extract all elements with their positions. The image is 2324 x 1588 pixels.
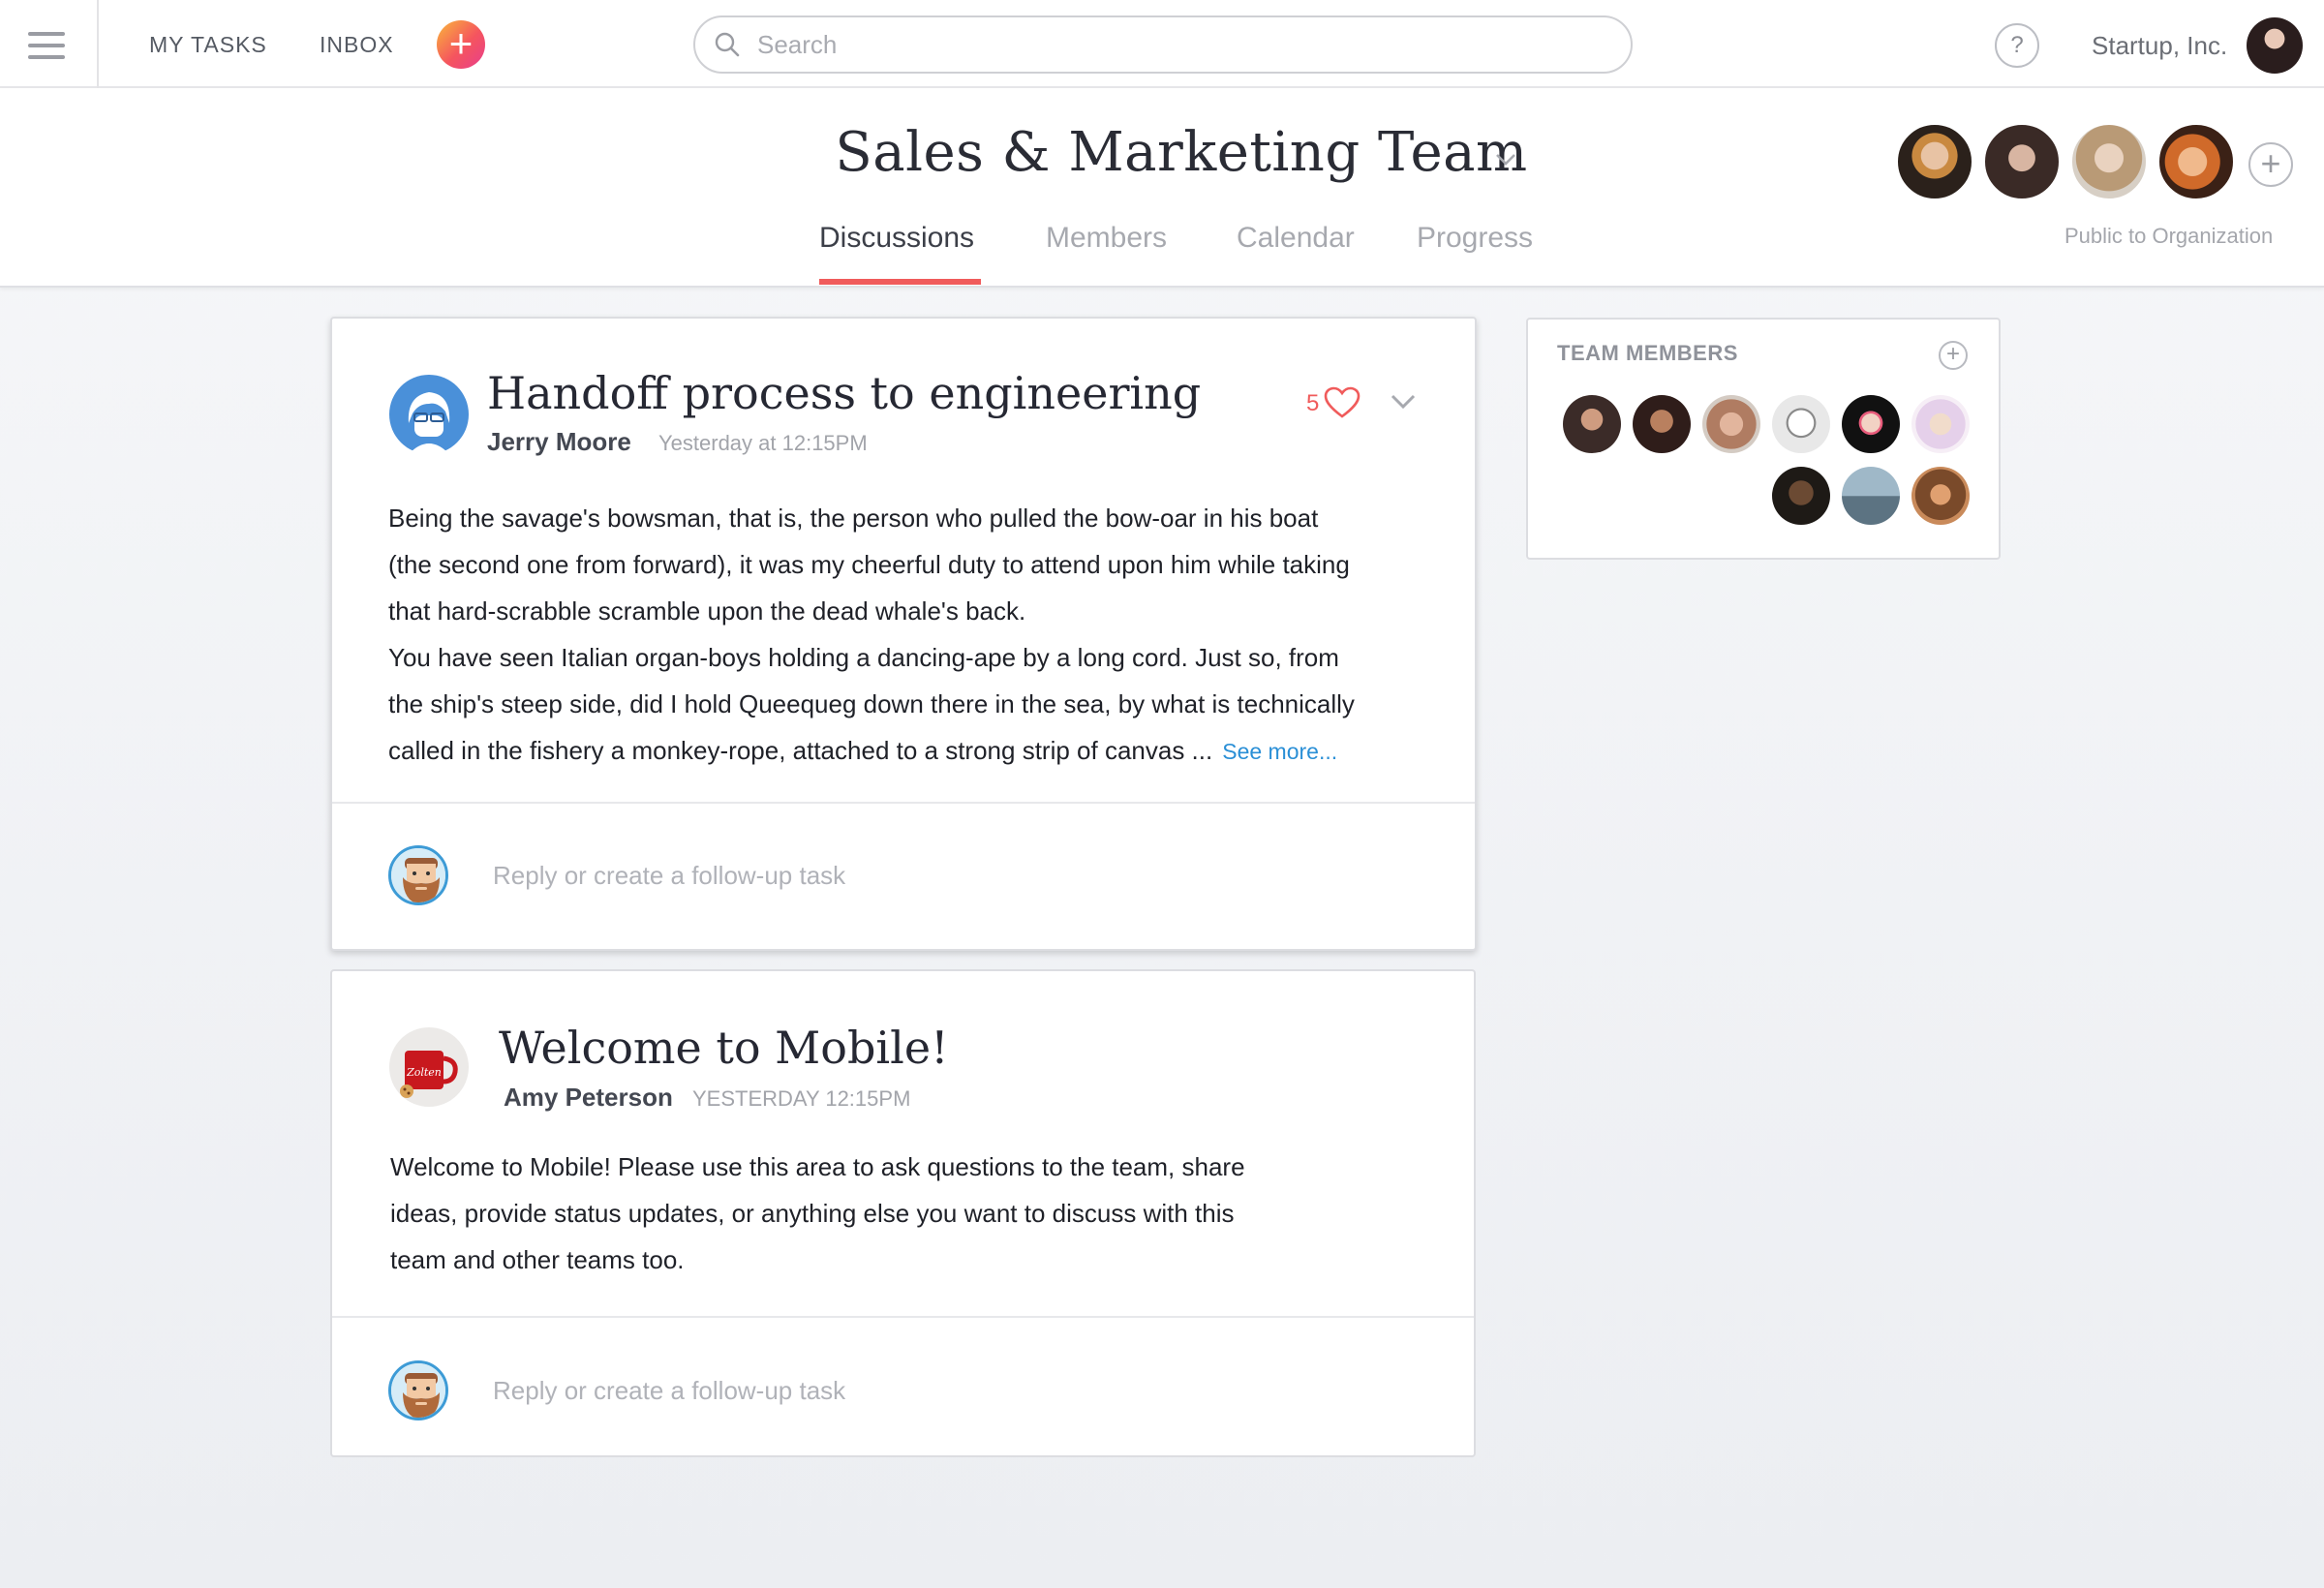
top-bar: MY TASKS INBOX + ? Startup, Inc. xyxy=(0,0,2324,88)
panel-title: TEAM MEMBERS xyxy=(1557,341,1738,365)
post-body-line: Welcome to Mobile! Please use this area … xyxy=(390,1152,1245,1181)
team-title: Sales & Marketing Team xyxy=(835,121,1528,184)
current-user-avatar xyxy=(388,845,448,905)
active-tab-indicator xyxy=(819,279,981,285)
see-more-link[interactable]: See more... xyxy=(1222,739,1337,764)
post-body-line: ideas, provide status updates, or anythi… xyxy=(390,1199,1235,1228)
tab-members[interactable]: Members xyxy=(1046,222,1167,255)
team-member-avatar[interactable] xyxy=(1633,395,1691,453)
team-member-avatar[interactable] xyxy=(1842,467,1900,525)
chevron-down-icon[interactable] xyxy=(1491,144,1520,173)
chevron-down-icon[interactable] xyxy=(1390,392,1417,412)
organization-switcher[interactable]: Startup, Inc. xyxy=(2092,31,2227,61)
tab-discussions[interactable]: Discussions xyxy=(819,222,974,255)
team-members-panel: TEAM MEMBERS + xyxy=(1526,318,2001,560)
nav-inbox[interactable]: INBOX xyxy=(320,32,394,58)
add-member-button[interactable]: + xyxy=(2248,142,2293,187)
post-body-line: Being the savage's bowsman, that is, the… xyxy=(388,504,1319,533)
quick-add-button[interactable]: + xyxy=(437,20,485,69)
team-member-avatar[interactable] xyxy=(1911,395,1970,453)
post-timestamp: YESTERDAY 12:15PM xyxy=(692,1086,911,1111)
tab-progress[interactable]: Progress xyxy=(1417,222,1533,255)
menu-icon[interactable] xyxy=(0,0,99,88)
reply-input[interactable]: Reply or create a follow-up task xyxy=(493,1376,845,1406)
search-bar[interactable] xyxy=(693,15,1633,74)
post-author[interactable]: Jerry Moore xyxy=(487,427,631,457)
user-avatar[interactable] xyxy=(2247,17,2303,74)
team-member-avatar[interactable] xyxy=(1772,395,1830,453)
post-timestamp: Yesterday at 12:15PM xyxy=(658,431,868,455)
discussion-card: Handoff process to engineering Jerry Moo… xyxy=(330,317,1477,951)
post-title[interactable]: Welcome to Mobile! xyxy=(499,1022,949,1074)
post-body-line: (the second one from forward), it was my… xyxy=(388,550,1350,579)
reply-input[interactable]: Reply or create a follow-up task xyxy=(493,861,845,891)
author-avatar[interactable] xyxy=(389,375,469,454)
member-avatar[interactable] xyxy=(2070,123,2148,200)
post-body-line: that hard-scrabble scramble upon the dea… xyxy=(388,596,1026,626)
team-member-avatar[interactable] xyxy=(1563,395,1621,453)
post-body-line: You have seen Italian organ-boys holding… xyxy=(388,643,1339,672)
team-header: Sales & Marketing Team Discussions Membe… xyxy=(0,88,2324,288)
team-member-avatar[interactable] xyxy=(1842,395,1900,453)
tab-calendar[interactable]: Calendar xyxy=(1237,222,1355,255)
svg-text:Zolten: Zolten xyxy=(406,1066,442,1079)
member-avatar[interactable] xyxy=(1896,123,1973,200)
post-title[interactable]: Handoff process to engineering xyxy=(487,367,1201,419)
like-count[interactable]: 5 xyxy=(1306,390,1319,417)
nav-my-tasks[interactable]: MY TASKS xyxy=(149,32,267,58)
post-body-line: called in the fishery a monkey-rope, att… xyxy=(388,736,1213,765)
team-member-avatar[interactable] xyxy=(1772,467,1830,525)
author-avatar[interactable]: Zolten xyxy=(389,1027,469,1107)
post-body: Being the savage's bowsman, that is, the… xyxy=(388,495,1434,775)
post-body-line: team and other teams too. xyxy=(390,1245,685,1274)
heart-icon[interactable] xyxy=(1324,386,1361,419)
team-member-avatar[interactable] xyxy=(1911,467,1970,525)
member-avatar[interactable] xyxy=(1983,123,2061,200)
add-team-member-button[interactable]: + xyxy=(1939,341,1968,370)
post-body: Welcome to Mobile! Please use this area … xyxy=(390,1144,1417,1283)
discussion-card: Zolten Welcome to Mobile! Amy Peterson Y… xyxy=(330,969,1476,1457)
help-button[interactable]: ? xyxy=(1995,23,2039,68)
post-body-line-last: called in the fishery a monkey-rope, att… xyxy=(388,727,1434,775)
post-author[interactable]: Amy Peterson xyxy=(504,1083,673,1113)
member-avatar[interactable] xyxy=(2157,123,2235,200)
privacy-setting[interactable]: Public to Organization xyxy=(2064,224,2273,249)
search-icon xyxy=(715,32,740,57)
divider xyxy=(332,1316,1474,1318)
search-input[interactable] xyxy=(757,25,1590,64)
current-user-avatar xyxy=(388,1360,448,1420)
divider xyxy=(332,802,1475,804)
team-member-avatar[interactable] xyxy=(1702,395,1760,453)
post-body-line: the ship's steep side, did I hold Queequ… xyxy=(388,689,1355,718)
